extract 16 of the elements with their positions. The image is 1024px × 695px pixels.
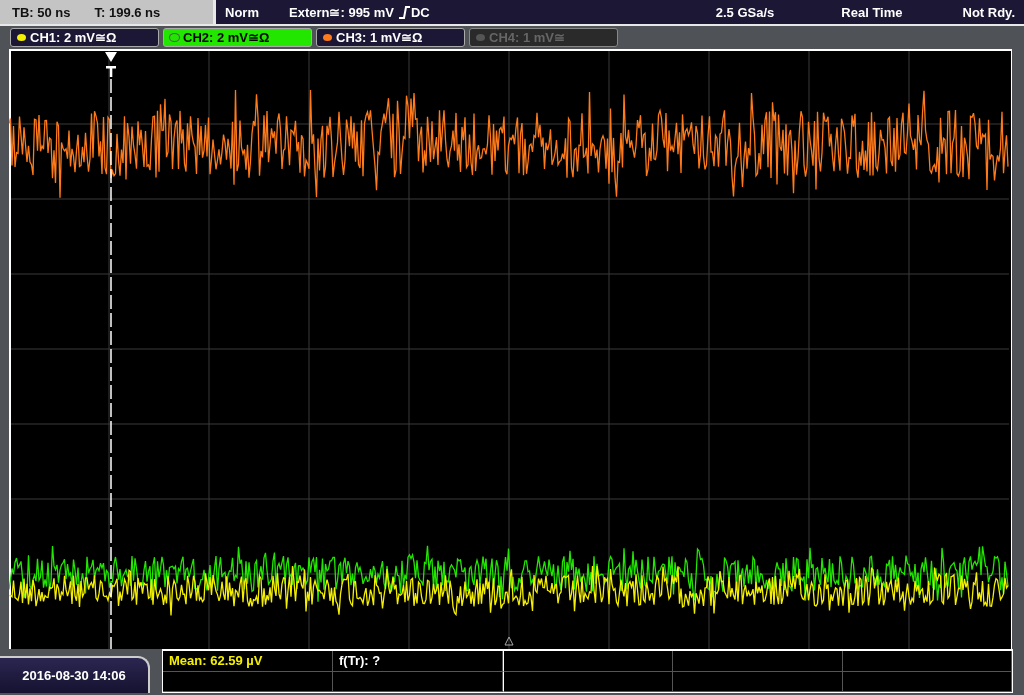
trigger-level-icon xyxy=(504,636,514,646)
trigger-mode-label: Norm xyxy=(225,4,260,20)
coupling-label: DC xyxy=(410,4,430,20)
date-time-label: 2016-08-30 14:06 xyxy=(0,656,150,693)
status-label: Not Rdy. xyxy=(962,4,1015,20)
trigger-source-label: Extern≅: 995 mV xyxy=(289,4,394,20)
measurement-value: Mean: 62.59 µV xyxy=(169,653,263,669)
channel-tab[interactable]: CH3: 1 mV≅Ω xyxy=(316,28,465,47)
sample-rate-label: 2.5 GSa/s xyxy=(715,4,775,20)
measurement-value: f(Tr): ? xyxy=(339,653,381,669)
trigger-time-label: T: 199.6 ns xyxy=(94,4,161,20)
channel-tab[interactable]: CH1: 2 mV≅Ω xyxy=(10,28,159,47)
channel-tab[interactable]: CH2: 2 mV≅Ω xyxy=(163,28,312,47)
timebase-label: TB: 50 ns xyxy=(12,4,71,20)
acquisition-mode-label: Real Time xyxy=(841,4,903,20)
rising-edge-icon xyxy=(397,5,410,19)
